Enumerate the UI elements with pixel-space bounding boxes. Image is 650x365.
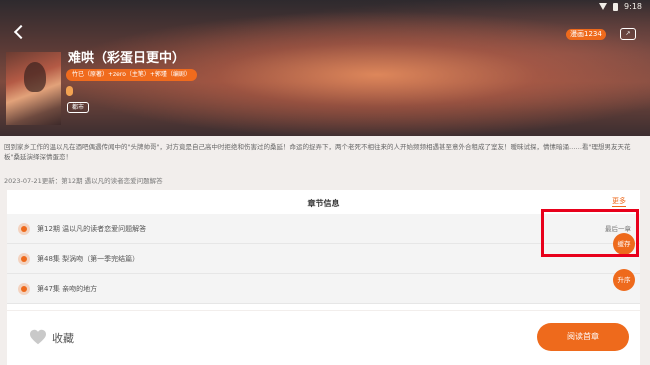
rating-pill <box>66 86 73 96</box>
favorite-label[interactable]: 收藏 <box>52 330 74 346</box>
chapter-dot-icon <box>18 283 30 295</box>
favorite-heart-icon[interactable] <box>29 329 47 345</box>
chapter-title: 第47集 亲吻的地方 <box>37 285 98 293</box>
status-bar: 9:18 <box>599 2 642 11</box>
chapter-section-title: 章节信息 <box>307 199 340 208</box>
authors-badge: 竹已（原著）+zero（主笔）+郭瑾（编剧） <box>66 69 197 81</box>
bottom-action-bar: 收藏 阅读首章 <box>7 311 640 365</box>
sort-order-button[interactable]: 升序 <box>613 269 635 291</box>
comic-title: 难哄（彩蛋日更中） <box>68 51 186 66</box>
chapter-dot-icon <box>18 223 30 235</box>
comic-hero-banner <box>0 0 650 136</box>
chapter-dot-icon <box>18 253 30 265</box>
read-first-chapter-button[interactable]: 阅读首章 <box>537 323 629 351</box>
more-chapters-link[interactable]: 更多 <box>612 196 626 207</box>
comic-cover-image <box>6 52 61 125</box>
status-time: 9:18 <box>624 2 642 11</box>
chapter-title: 第48集 梨涡吻（第一季完结篇） <box>37 255 140 263</box>
highlight-box <box>541 209 639 257</box>
views-badge: 漫画1234 <box>566 29 606 40</box>
share-icon[interactable]: ↗ <box>620 28 636 40</box>
comic-description: 回到家乡工作的温以凡在酒吧偶遇传闻中的"头牌帅哥"，对方竟是自己高中时拒绝和伤害… <box>4 143 631 161</box>
battery-icon <box>613 2 619 11</box>
genre-tag[interactable]: 都市 <box>67 102 90 113</box>
chapter-title: 第12期 温以凡的读者恋爱问题解答 <box>37 225 147 233</box>
wifi-icon <box>599 3 608 10</box>
update-info: 2023-07-21更新：第12期 遇以凡的读者恋爱问题解答 <box>4 177 163 185</box>
chapter-row[interactable]: 第47集 亲吻的地方 <box>7 274 640 304</box>
